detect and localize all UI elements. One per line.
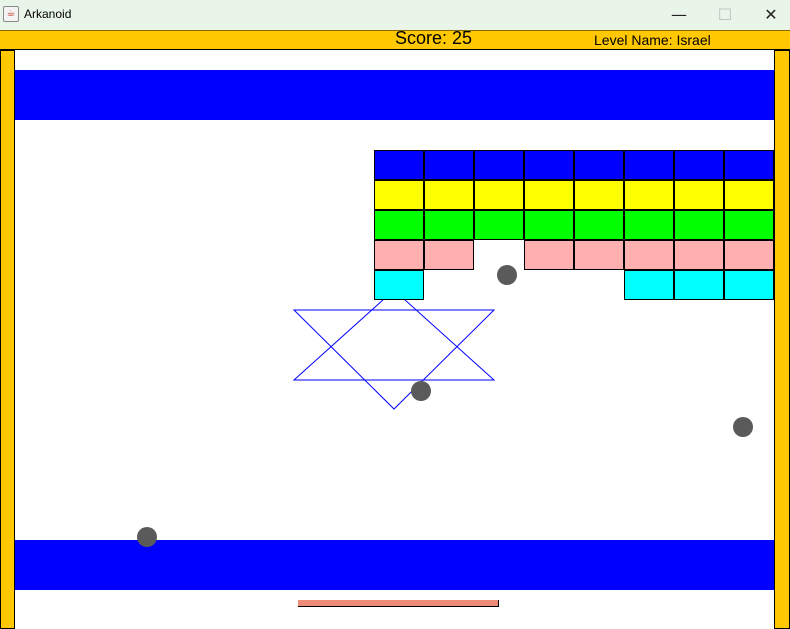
brick: [674, 210, 724, 240]
ball: [733, 417, 753, 437]
brick: [724, 240, 774, 270]
ball: [411, 381, 431, 401]
game-field[interactable]: [0, 50, 790, 629]
brick: [524, 150, 574, 180]
brick: [374, 150, 424, 180]
brick: [724, 210, 774, 240]
window-titlebar: ☕ Arkanoid — ☐ ✕: [0, 0, 790, 30]
brick: [674, 240, 724, 270]
brick: [724, 270, 774, 300]
ball: [137, 527, 157, 547]
brick: [374, 240, 424, 270]
brick: [524, 180, 574, 210]
star-of-david-icon: [292, 289, 496, 410]
star-triangle-down: [292, 309, 496, 410]
brick: [374, 210, 424, 240]
brick: [524, 210, 574, 240]
brick: [724, 150, 774, 180]
brick: [424, 210, 474, 240]
brick: [624, 240, 674, 270]
brick: [624, 270, 674, 300]
maximize-button[interactable]: ☐: [702, 0, 748, 30]
brick: [574, 240, 624, 270]
minimize-button[interactable]: —: [656, 0, 702, 30]
brick: [474, 180, 524, 210]
brick: [674, 150, 724, 180]
brick: [674, 180, 724, 210]
brick: [724, 180, 774, 210]
paddle[interactable]: [298, 600, 499, 607]
brick: [624, 180, 674, 210]
brick: [674, 270, 724, 300]
brick: [624, 210, 674, 240]
score-bar: Score: 25 Level Name: Israel: [0, 28, 790, 50]
star-triangle-up: [292, 289, 496, 381]
brick: [424, 150, 474, 180]
score-label: Score: 25: [395, 28, 473, 48]
brick: [574, 210, 624, 240]
brick: [574, 150, 624, 180]
brick: [524, 240, 574, 270]
brick: [574, 180, 624, 210]
level-name-label: Level Name: Israel: [594, 32, 711, 48]
brick: [424, 180, 474, 210]
brick: [624, 150, 674, 180]
brick: [424, 240, 474, 270]
ball: [497, 265, 517, 285]
close-button[interactable]: ✕: [748, 0, 790, 30]
brick: [374, 270, 424, 300]
brick: [474, 210, 524, 240]
brick: [374, 180, 424, 210]
brick: [474, 150, 524, 180]
java-icon: ☕: [3, 6, 19, 22]
window-title: Arkanoid: [24, 7, 72, 21]
